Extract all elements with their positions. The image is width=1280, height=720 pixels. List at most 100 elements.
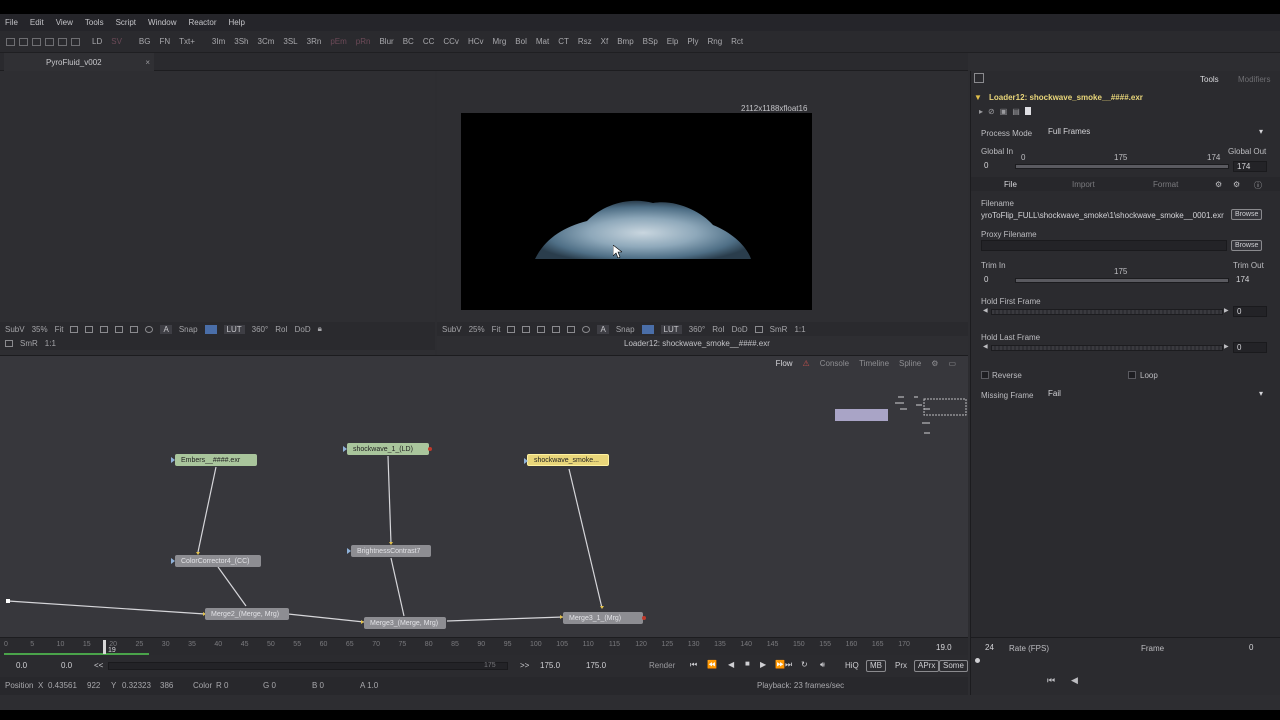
node-merge3-1[interactable]: Merge3_1_(Mrg) bbox=[563, 612, 646, 624]
color-channel-icon[interactable] bbox=[641, 324, 654, 334]
tool-button[interactable]: CCv bbox=[443, 37, 459, 46]
grid-icon[interactable] bbox=[537, 325, 546, 333]
hold-first-field[interactable]: 0 bbox=[1233, 306, 1267, 317]
frame-value[interactable]: 0 bbox=[1249, 643, 1253, 652]
degrees-button[interactable]: 360° bbox=[689, 325, 706, 334]
viewer-image[interactable] bbox=[461, 113, 812, 310]
snap-button[interactable]: Snap bbox=[616, 325, 635, 334]
missing-frame-select[interactable]: Fail ▾ bbox=[1045, 389, 1267, 400]
lut-button[interactable]: LUT bbox=[660, 324, 682, 334]
last-frame-icon[interactable]: ⏭ bbox=[785, 660, 792, 670]
trim-in-field[interactable]: 0 bbox=[981, 275, 1011, 286]
some-button[interactable]: Some bbox=[939, 660, 968, 672]
circle-icon[interactable] bbox=[145, 325, 154, 333]
color-swatch-icon[interactable] bbox=[1024, 107, 1031, 115]
transform-icon[interactable] bbox=[507, 325, 516, 333]
first-frame-icon[interactable]: ⏮ bbox=[690, 660, 697, 670]
reverse-checkbox[interactable] bbox=[981, 371, 989, 379]
tool-button[interactable]: BC bbox=[403, 37, 414, 46]
checker-icon[interactable] bbox=[754, 325, 763, 333]
close-icon[interactable]: × bbox=[145, 58, 150, 67]
loop-checkbox[interactable] bbox=[1128, 371, 1136, 379]
audio-icon[interactable]: 🔊︎ bbox=[820, 660, 825, 670]
loop-icon[interactable]: ↻ bbox=[801, 660, 808, 669]
first-frame-icon[interactable]: ⏮ bbox=[1047, 675, 1055, 686]
end-frame-value[interactable]: 19.0 bbox=[936, 643, 952, 652]
roi-button[interactable]: RoI bbox=[275, 325, 287, 334]
trim-range-slider[interactable] bbox=[1015, 278, 1229, 283]
play-icon[interactable]: ▶ bbox=[760, 660, 766, 669]
subview-button[interactable]: SubV bbox=[5, 325, 25, 334]
tool-button[interactable]: 3Cm bbox=[258, 37, 275, 46]
tool-button[interactable]: CT bbox=[558, 37, 569, 46]
layout-icon[interactable] bbox=[32, 37, 41, 46]
proxy-button[interactable]: Prx bbox=[895, 661, 907, 670]
fast-forward-icon[interactable]: ⏩ bbox=[775, 660, 785, 669]
panel-toggle-icon[interactable] bbox=[974, 73, 984, 83]
ratio-button[interactable]: 1:1 bbox=[794, 325, 805, 334]
tool-button[interactable]: Mat bbox=[536, 37, 549, 46]
fit-button[interactable]: Fit bbox=[55, 325, 64, 334]
menu-reactor[interactable]: Reactor bbox=[188, 18, 216, 27]
tool-button[interactable]: Rng bbox=[707, 37, 722, 46]
lock-icon[interactable]: ▣ bbox=[1000, 107, 1008, 116]
zoom-select[interactable]: 35% bbox=[32, 325, 48, 334]
tool-button[interactable]: 3SL bbox=[283, 37, 297, 46]
collapse-arrow-icon[interactable]: ▼ bbox=[974, 93, 982, 102]
rewind-icon[interactable]: ⏪ bbox=[707, 660, 717, 669]
tool-button[interactable]: Xf bbox=[601, 37, 609, 46]
hold-last-field[interactable]: 0 bbox=[1233, 342, 1267, 353]
menu-edit[interactable]: Edit bbox=[30, 18, 44, 27]
tool-button[interactable]: BG bbox=[139, 37, 151, 46]
disable-icon[interactable]: ⊘ bbox=[988, 107, 995, 116]
transform-icon[interactable] bbox=[70, 325, 79, 333]
node-colorcorrector[interactable]: ColorCorrector4_(CC) bbox=[171, 555, 261, 567]
tool-button[interactable]: Rct bbox=[731, 37, 743, 46]
smr-button[interactable]: SmR bbox=[20, 339, 38, 348]
node-shockwave-smoke[interactable]: shockwave_smoke... bbox=[524, 454, 609, 466]
tool-button[interactable]: Bol bbox=[515, 37, 527, 46]
global-start[interactable]: 0.0 bbox=[16, 661, 27, 670]
node-brightnesscontrast[interactable]: BrightnessContrast7 bbox=[347, 545, 431, 557]
node-merge2[interactable]: Merge2_(Merge, Mrg) bbox=[205, 608, 289, 620]
tool-button[interactable]: pRn bbox=[356, 37, 371, 46]
aprx-button[interactable]: APrx bbox=[914, 660, 940, 672]
hold-first-slider[interactable] bbox=[991, 309, 1223, 315]
playhead[interactable] bbox=[103, 640, 106, 654]
subtab-file[interactable]: File bbox=[1004, 180, 1017, 189]
filename-value[interactable]: yroToFlip_FULL\shockwave_smoke\1\shockwa… bbox=[981, 211, 1224, 220]
tool-button[interactable]: FN bbox=[159, 37, 170, 46]
tool-button[interactable]: LD bbox=[92, 37, 102, 46]
tool-button[interactable]: SV bbox=[111, 37, 122, 46]
a-button[interactable]: A bbox=[160, 324, 172, 334]
node-embers[interactable]: Embers__####.exr bbox=[171, 454, 257, 466]
grid-icon[interactable] bbox=[100, 325, 109, 333]
dod-button[interactable]: DoD bbox=[732, 325, 748, 334]
render-start[interactable]: 0.0 bbox=[61, 661, 72, 670]
info-icon[interactable]: ⓘ bbox=[1254, 180, 1262, 191]
mb-button[interactable]: MB bbox=[866, 660, 886, 672]
global-end[interactable]: 175.0 bbox=[586, 661, 606, 670]
menu-tools[interactable]: Tools bbox=[85, 18, 104, 27]
play-reverse-icon[interactable]: ◀ bbox=[728, 660, 734, 669]
tool-button[interactable]: Elp bbox=[667, 37, 679, 46]
viewer-left[interactable]: SubV 35% Fit A Snap LUT 360° RoI DoD 🔒︎ … bbox=[0, 71, 435, 355]
global-range-slider[interactable] bbox=[1015, 164, 1229, 169]
flow-editor[interactable]: Flow ⚠ Console Timeline Spline ⚙ ▭ Ember… bbox=[0, 355, 968, 637]
roi-button[interactable]: RoI bbox=[712, 325, 724, 334]
color-channel-icon[interactable] bbox=[204, 324, 217, 334]
slider-right-icon[interactable]: ▶ bbox=[1224, 343, 1229, 350]
tool-button[interactable]: Mrg bbox=[493, 37, 507, 46]
fps-value[interactable]: 24 bbox=[985, 643, 994, 652]
layout-icon[interactable] bbox=[19, 37, 28, 46]
tab-tools[interactable]: Tools bbox=[1200, 75, 1219, 84]
menu-help[interactable]: Help bbox=[229, 18, 245, 27]
lut-button[interactable]: LUT bbox=[223, 324, 245, 334]
menu-window[interactable]: Window bbox=[148, 18, 176, 27]
play-reverse-icon[interactable]: ◀ bbox=[1071, 675, 1078, 686]
slider-right-icon[interactable]: ▶ bbox=[1224, 307, 1229, 314]
step-back-button[interactable]: << bbox=[94, 661, 103, 670]
time-ruler[interactable]: 0 5 10 15 20 25 30 35 40 45 50 55 60 65 70 75 80 85 90 95 10… bbox=[0, 637, 968, 655]
layout-icon[interactable] bbox=[58, 37, 67, 46]
tool-button[interactable]: Blur bbox=[379, 37, 393, 46]
